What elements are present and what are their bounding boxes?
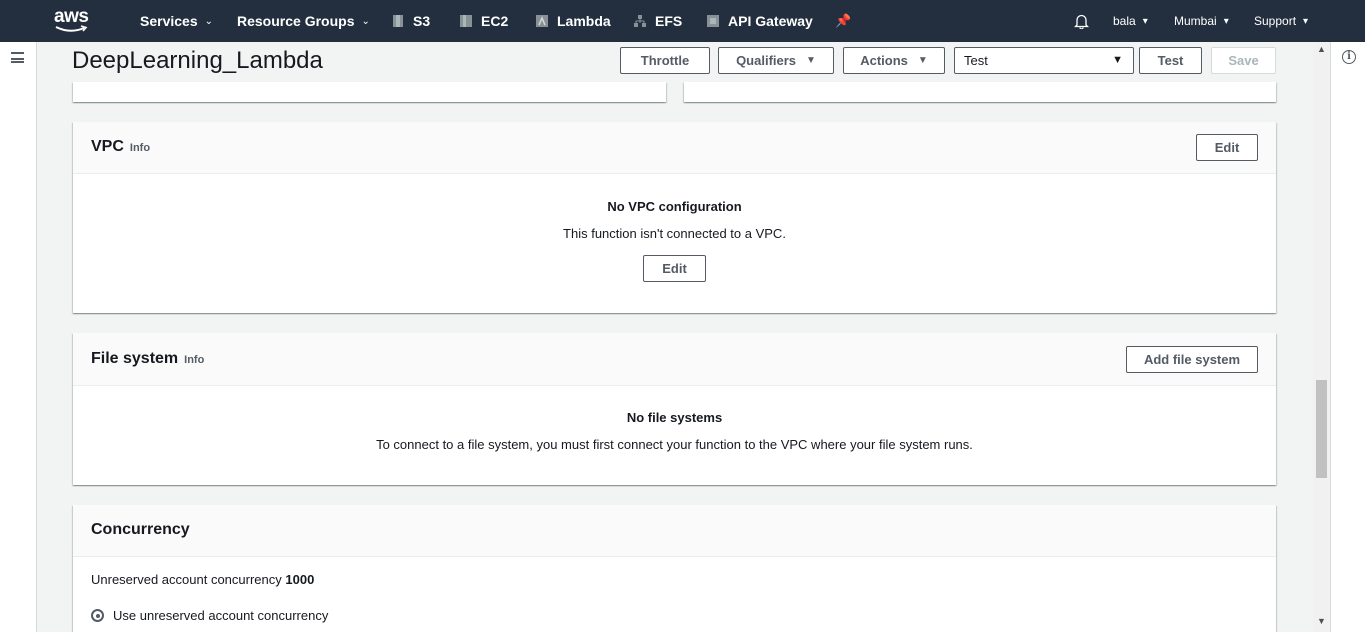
left-sidebar — [0, 42, 37, 632]
vpc-edit-button[interactable]: Edit — [1196, 134, 1258, 161]
page-title: DeepLearning_Lambda — [72, 47, 323, 74]
vpc-info-link[interactable]: Info — [130, 142, 150, 154]
resource-groups-label: Resource Groups — [237, 13, 355, 29]
info-icon[interactable]: i — [1342, 50, 1356, 64]
support-label: Support — [1254, 14, 1297, 28]
s3-icon — [393, 15, 403, 27]
unreserved-concurrency-line: Unreserved account concurrency 1000 — [91, 572, 314, 587]
file-system-empty-text: To connect to a file system, you must fi… — [376, 437, 973, 452]
save-button[interactable]: Save — [1211, 47, 1276, 74]
user-menu[interactable]: bala ▾ — [1113, 0, 1148, 42]
shortcut-s3[interactable]: S3 — [391, 0, 430, 42]
vpc-panel-header: VPC Info Edit — [73, 122, 1276, 174]
throttle-label: Throttle — [640, 53, 690, 68]
vpc-title: VPC Info — [91, 138, 150, 156]
pin-icon[interactable]: 📌 — [835, 0, 851, 42]
hamburger-menu-icon[interactable] — [11, 52, 24, 63]
vpc-empty-edit-button[interactable]: Edit — [643, 255, 706, 282]
caret-down-icon: ▾ — [1303, 15, 1309, 27]
top-navigation-bar: aws Services ⌄ Resource Groups ⌄ S3 EC2 … — [0, 0, 1365, 42]
concurrency-title: Concurrency — [91, 521, 190, 538]
efs-icon — [634, 15, 646, 27]
caret-down-icon: ▾ — [1223, 15, 1229, 27]
user-label: bala — [1113, 14, 1136, 28]
vpc-empty-text: This function isn't connected to a VPC. — [563, 226, 786, 241]
region-menu[interactable]: Mumbai ▾ — [1174, 0, 1229, 42]
scroll-down-arrow-icon[interactable]: ▼ — [1317, 616, 1326, 626]
test-event-select[interactable]: Test ▼ — [954, 47, 1134, 74]
vpc-panel: VPC Info Edit No VPC configuration This f… — [73, 122, 1276, 313]
file-system-title: File system Info — [91, 350, 204, 368]
vpc-edit-label: Edit — [1214, 140, 1240, 155]
scroll-up-arrow-icon[interactable]: ▲ — [1317, 44, 1326, 54]
aws-logo[interactable]: aws — [54, 6, 94, 36]
services-label: Services — [140, 13, 198, 29]
caret-down-icon: ▼ — [806, 55, 816, 66]
shortcut-label: Lambda — [557, 13, 611, 29]
caret-down-icon: ▾ — [1142, 15, 1148, 27]
vpc-empty-title: No VPC configuration — [607, 199, 742, 214]
unreserved-concurrency-label: Unreserved account concurrency — [91, 572, 282, 587]
file-system-empty-title: No file systems — [626, 410, 723, 425]
actions-label: Actions — [860, 53, 908, 68]
support-menu[interactable]: Support ▾ — [1254, 0, 1308, 42]
shortcut-label: EFS — [655, 13, 683, 29]
file-system-info-link[interactable]: Info — [184, 354, 204, 366]
throttle-button[interactable]: Throttle — [620, 47, 710, 74]
add-file-system-button[interactable]: Add file system — [1126, 346, 1258, 373]
add-file-system-label: Add file system — [1143, 352, 1241, 367]
region-label: Mumbai — [1174, 14, 1217, 28]
shortcut-ec2[interactable]: EC2 — [459, 0, 508, 42]
use-unreserved-label: Use unreserved account concurrency — [113, 608, 329, 623]
scrollbar-thumb[interactable] — [1316, 380, 1327, 478]
caret-down-icon: ▼ — [1112, 54, 1123, 66]
unreserved-concurrency-value: 1000 — [285, 572, 315, 587]
chevron-down-icon: ⌄ — [204, 15, 213, 27]
caret-down-icon: ▼ — [917, 55, 928, 66]
qualifiers-dropdown[interactable]: Qualifiers ▼ — [718, 47, 834, 74]
scrollbar[interactable]: ▲ ▼ — [1313, 42, 1329, 632]
test-button-label: Test — [1157, 53, 1184, 68]
file-system-panel-header: File system Info Add file system — [73, 333, 1276, 386]
vpc-empty-edit-label: Edit — [662, 261, 687, 276]
file-system-panel: File system Info Add file system No file … — [73, 333, 1276, 485]
shortcut-label: EC2 — [481, 13, 509, 29]
api-gateway-icon — [707, 15, 719, 27]
test-event-value: Test — [964, 53, 988, 68]
test-button[interactable]: Test — [1139, 47, 1202, 74]
previous-panel-left — [73, 82, 666, 102]
concurrency-panel-header: Concurrency — [73, 505, 1276, 557]
services-menu[interactable]: Services ⌄ — [140, 0, 213, 42]
vpc-title-text: VPC — [91, 138, 124, 155]
shortcut-api-gateway[interactable]: API Gateway — [706, 0, 813, 42]
qualifiers-label: Qualifiers — [736, 53, 797, 68]
right-help-panel: i — [1330, 42, 1365, 632]
chevron-down-icon: ⌄ — [361, 15, 370, 27]
previous-panel-right — [684, 82, 1276, 102]
notifications-bell-icon[interactable] — [1074, 0, 1089, 42]
shortcut-label: S3 — [413, 13, 431, 29]
shortcut-label: API Gateway — [728, 13, 813, 29]
aws-smile-icon — [55, 25, 88, 32]
file-system-title-text: File system — [91, 350, 179, 367]
concurrency-panel: Concurrency Unreserved account concurren… — [73, 505, 1276, 632]
resource-groups-menu[interactable]: Resource Groups ⌄ — [237, 0, 370, 42]
shortcut-efs[interactable]: EFS — [633, 0, 682, 42]
actions-dropdown[interactable]: Actions ▼ — [843, 47, 945, 74]
lambda-icon — [536, 15, 548, 27]
use-unreserved-radio[interactable] — [91, 609, 104, 622]
ec2-icon — [460, 15, 472, 27]
save-button-label: Save — [1228, 53, 1259, 68]
shortcut-lambda[interactable]: Lambda — [535, 0, 611, 42]
